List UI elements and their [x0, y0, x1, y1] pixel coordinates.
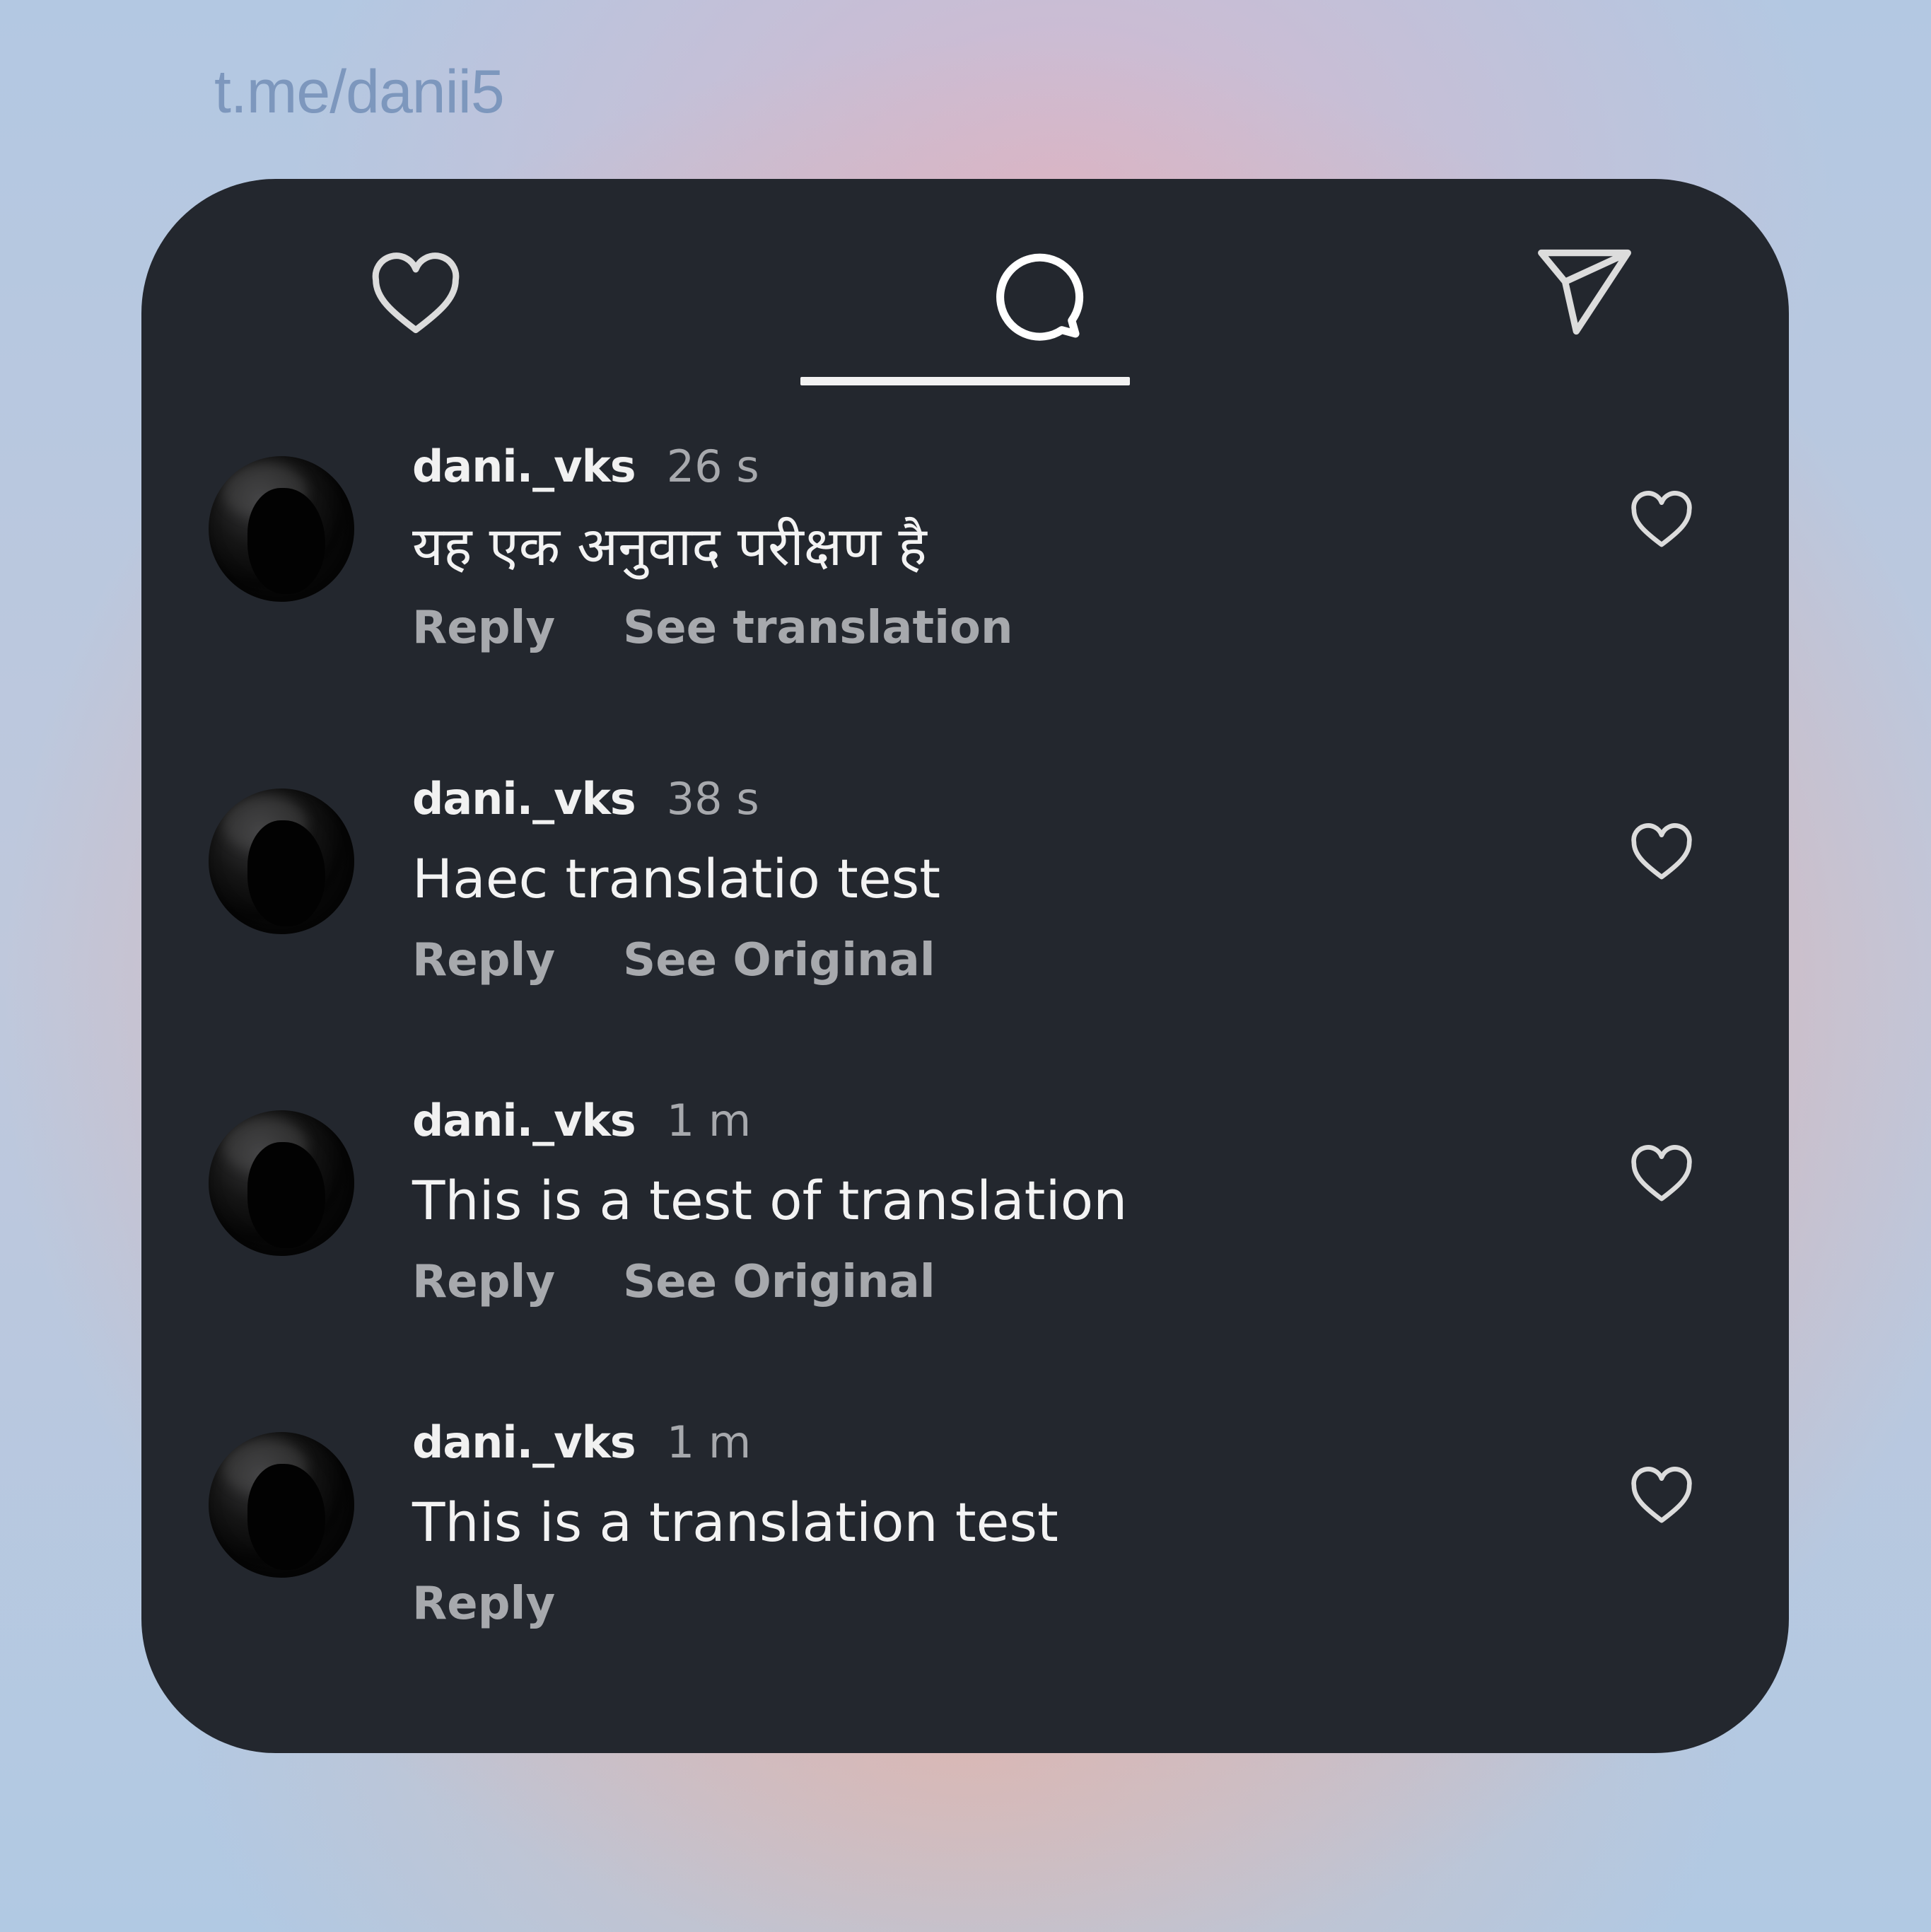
comment-bubble-icon: [996, 253, 1084, 341]
comment-like-button[interactable]: [1619, 1455, 1704, 1533]
tab-shares[interactable]: [1514, 235, 1655, 349]
comment-like-button[interactable]: [1619, 1134, 1704, 1211]
heart-icon: [1631, 491, 1692, 547]
comment-text: यह एक अनुवाद परीक्षण है: [412, 515, 927, 578]
comment-username[interactable]: dani._vks: [412, 773, 636, 825]
comment-like-button[interactable]: [1619, 812, 1704, 890]
comment-item: dani._vks 1 m This is a test of translat…: [141, 1095, 1789, 1392]
comment-item: dani._vks 38 s Haec translatio test Repl…: [141, 773, 1789, 1070]
comment-actions: Reply See Original: [412, 1256, 935, 1308]
comment-username[interactable]: dani._vks: [412, 441, 636, 492]
see-translation-button[interactable]: See translation: [623, 602, 1013, 654]
avatar[interactable]: [209, 456, 354, 602]
comment-text: Haec translatio test: [412, 847, 941, 910]
comment-actions: Reply: [412, 1578, 555, 1630]
paper-plane-icon: [1538, 249, 1631, 335]
comments-panel: dani._vks 26 s यह एक अनुवाद परीक्षण है R…: [141, 179, 1789, 1753]
reply-button[interactable]: Reply: [412, 934, 555, 987]
comment-username[interactable]: dani._vks: [412, 1416, 636, 1468]
comment-username[interactable]: dani._vks: [412, 1095, 636, 1146]
comment-item: dani._vks 1 m This is a translation test…: [141, 1416, 1789, 1713]
comment-actions: Reply See translation: [412, 602, 1013, 654]
see-original-button[interactable]: See Original: [623, 1256, 935, 1308]
watermark-link: t.me/danii5: [214, 58, 505, 126]
comment-header: dani._vks 1 m: [412, 1095, 751, 1151]
comment-timestamp: 38 s: [666, 773, 759, 825]
comment-timestamp: 1 m: [666, 1416, 752, 1468]
avatar[interactable]: [209, 1432, 354, 1578]
comment-header: dani._vks 26 s: [412, 441, 759, 497]
avatar[interactable]: [209, 1110, 354, 1256]
see-original-button[interactable]: See Original: [623, 934, 935, 987]
comment-timestamp: 1 m: [666, 1095, 752, 1146]
heart-icon: [1631, 823, 1692, 880]
comment-text: This is a translation test: [412, 1491, 1058, 1554]
comment-header: dani._vks 1 m: [412, 1416, 751, 1473]
reply-button[interactable]: Reply: [412, 602, 555, 654]
activity-tabbar: [141, 179, 1789, 391]
avatar[interactable]: [209, 788, 354, 934]
heart-icon: [1631, 1467, 1692, 1523]
comment-header: dani._vks 38 s: [412, 773, 759, 830]
active-tab-indicator: [800, 377, 1130, 385]
reply-button[interactable]: Reply: [412, 1578, 555, 1630]
tab-likes[interactable]: [345, 235, 486, 349]
heart-icon: [372, 252, 460, 334]
comment-actions: Reply See Original: [412, 934, 935, 987]
reply-button[interactable]: Reply: [412, 1256, 555, 1308]
tab-comments[interactable]: [965, 235, 1107, 349]
comment-timestamp: 26 s: [666, 441, 759, 492]
heart-icon: [1631, 1145, 1692, 1201]
comment-item: dani._vks 26 s यह एक अनुवाद परीक्षण है R…: [141, 441, 1789, 738]
comment-text: This is a test of translation: [412, 1169, 1128, 1232]
comment-like-button[interactable]: [1619, 479, 1704, 557]
